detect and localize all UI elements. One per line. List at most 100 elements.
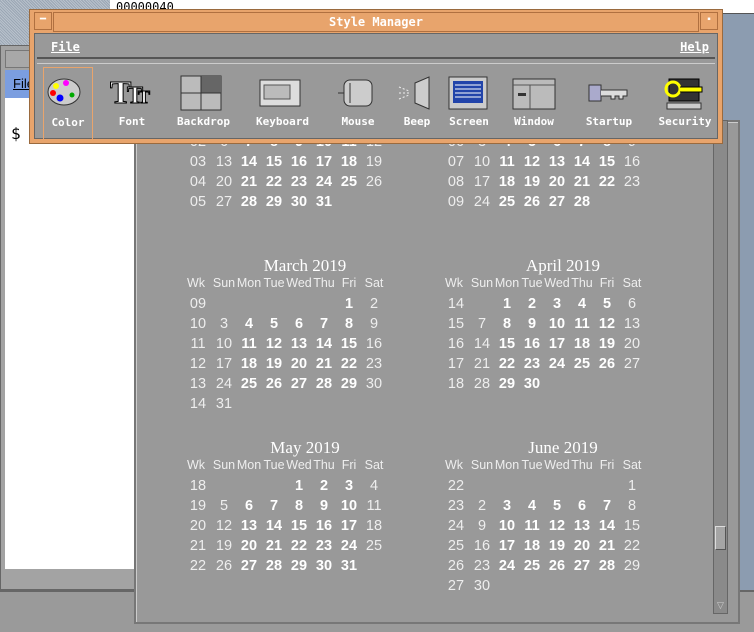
day-cell[interactable]: 23 xyxy=(286,174,312,190)
day-cell[interactable]: 11 xyxy=(361,498,387,514)
day-cell[interactable]: 21 xyxy=(594,538,620,554)
day-cell[interactable]: 24 xyxy=(494,558,520,574)
day-cell[interactable]: 22 xyxy=(594,174,620,190)
day-cell[interactable]: 30 xyxy=(286,194,312,210)
scroll-down-icon[interactable]: ▽ xyxy=(715,600,726,611)
day-cell[interactable]: 15 xyxy=(594,154,620,170)
day-cell[interactable]: 5 xyxy=(211,498,237,514)
day-cell[interactable]: 14 xyxy=(311,336,337,352)
tool-screen-button[interactable]: Screen xyxy=(444,67,494,141)
day-cell[interactable]: 2 xyxy=(361,296,387,312)
day-cell[interactable]: 23 xyxy=(361,356,387,372)
day-cell[interactable]: 24 xyxy=(311,174,337,190)
day-cell[interactable]: 26 xyxy=(211,558,237,574)
minimize-button[interactable]: ▪ xyxy=(700,12,718,30)
day-cell[interactable]: 14 xyxy=(569,154,595,170)
day-cell[interactable]: 27 xyxy=(619,356,645,372)
day-cell[interactable]: 11 xyxy=(236,336,262,352)
calendar-scrollbar[interactable]: ▽ xyxy=(713,120,728,614)
day-cell[interactable]: 1 xyxy=(286,478,312,494)
day-cell[interactable]: 21 xyxy=(236,174,262,190)
day-cell[interactable]: 30 xyxy=(519,376,545,392)
day-cell[interactable]: 10 xyxy=(211,336,237,352)
day-cell[interactable]: 10 xyxy=(494,518,520,534)
day-cell[interactable]: 14 xyxy=(261,518,287,534)
menu-help[interactable]: Help xyxy=(680,40,709,54)
day-cell[interactable]: 3 xyxy=(211,316,237,332)
day-cell[interactable]: 11 xyxy=(519,518,545,534)
day-cell[interactable]: 29 xyxy=(261,194,287,210)
day-cell[interactable]: 28 xyxy=(236,194,262,210)
day-cell[interactable]: 22 xyxy=(494,356,520,372)
day-cell[interactable]: 27 xyxy=(236,558,262,574)
day-cell[interactable]: 19 xyxy=(594,336,620,352)
day-cell[interactable]: 25 xyxy=(569,356,595,372)
day-cell[interactable]: 26 xyxy=(519,194,545,210)
day-cell[interactable]: 25 xyxy=(519,558,545,574)
day-cell[interactable]: 3 xyxy=(494,498,520,514)
tool-security-button[interactable]: Security xyxy=(655,67,715,141)
tool-beep-button[interactable]: Beep xyxy=(392,67,442,141)
day-cell[interactable]: 20 xyxy=(236,538,262,554)
day-cell[interactable]: 12 xyxy=(211,518,237,534)
day-cell[interactable]: 17 xyxy=(211,356,237,372)
day-cell[interactable]: 20 xyxy=(286,356,312,372)
day-cell[interactable]: 7 xyxy=(469,316,495,332)
tool-keyboard-button[interactable]: Keyboard xyxy=(256,67,309,141)
day-cell[interactable]: 26 xyxy=(544,558,570,574)
day-cell[interactable]: 25 xyxy=(361,538,387,554)
day-cell[interactable]: 29 xyxy=(619,558,645,574)
day-cell[interactable]: 26 xyxy=(361,174,387,190)
day-cell[interactable]: 4 xyxy=(236,316,262,332)
tool-color-button[interactable]: Color xyxy=(43,67,93,141)
day-cell[interactable]: 14 xyxy=(594,518,620,534)
day-cell[interactable]: 31 xyxy=(311,194,337,210)
day-cell[interactable]: 15 xyxy=(261,154,287,170)
day-cell[interactable]: 6 xyxy=(619,296,645,312)
day-cell[interactable]: 25 xyxy=(236,376,262,392)
day-cell[interactable]: 16 xyxy=(286,154,312,170)
day-cell[interactable]: 17 xyxy=(311,154,337,170)
day-cell[interactable]: 16 xyxy=(619,154,645,170)
day-cell[interactable]: 5 xyxy=(261,316,287,332)
day-cell[interactable]: 19 xyxy=(544,538,570,554)
day-cell[interactable]: 8 xyxy=(494,316,520,332)
day-cell[interactable]: 11 xyxy=(569,316,595,332)
day-cell[interactable]: 30 xyxy=(361,376,387,392)
day-cell[interactable]: 6 xyxy=(569,498,595,514)
day-cell[interactable]: 22 xyxy=(286,538,312,554)
day-cell[interactable]: 9 xyxy=(469,518,495,534)
day-cell[interactable]: 9 xyxy=(311,498,337,514)
day-cell[interactable]: 27 xyxy=(544,194,570,210)
day-cell[interactable]: 22 xyxy=(336,356,362,372)
day-cell[interactable]: 18 xyxy=(361,518,387,534)
day-cell[interactable]: 1 xyxy=(336,296,362,312)
day-cell[interactable]: 8 xyxy=(286,498,312,514)
tool-startup-button[interactable]: Startup xyxy=(584,67,634,141)
day-cell[interactable]: 16 xyxy=(361,336,387,352)
day-cell[interactable]: 23 xyxy=(619,174,645,190)
day-cell[interactable]: 14 xyxy=(236,154,262,170)
day-cell[interactable]: 22 xyxy=(619,538,645,554)
day-cell[interactable]: 19 xyxy=(211,538,237,554)
day-cell[interactable]: 9 xyxy=(519,316,545,332)
window-menu-button[interactable]: ━ xyxy=(34,12,52,30)
day-cell[interactable]: 27 xyxy=(286,376,312,392)
day-cell[interactable]: 10 xyxy=(544,316,570,332)
tool-window-button[interactable]: Window xyxy=(509,67,559,141)
day-cell[interactable]: 13 xyxy=(544,154,570,170)
day-cell[interactable]: 23 xyxy=(311,538,337,554)
day-cell[interactable]: 15 xyxy=(336,336,362,352)
day-cell[interactable]: 13 xyxy=(211,154,237,170)
day-cell[interactable]: 2 xyxy=(469,498,495,514)
day-cell[interactable]: 16 xyxy=(311,518,337,534)
day-cell[interactable]: 10 xyxy=(336,498,362,514)
day-cell[interactable]: 7 xyxy=(311,316,337,332)
day-cell[interactable]: 12 xyxy=(594,316,620,332)
day-cell[interactable]: 20 xyxy=(211,174,237,190)
day-cell[interactable]: 28 xyxy=(261,558,287,574)
day-cell[interactable]: 23 xyxy=(469,558,495,574)
day-cell[interactable]: 23 xyxy=(519,356,545,372)
day-cell[interactable]: 13 xyxy=(236,518,262,534)
day-cell[interactable]: 18 xyxy=(494,174,520,190)
